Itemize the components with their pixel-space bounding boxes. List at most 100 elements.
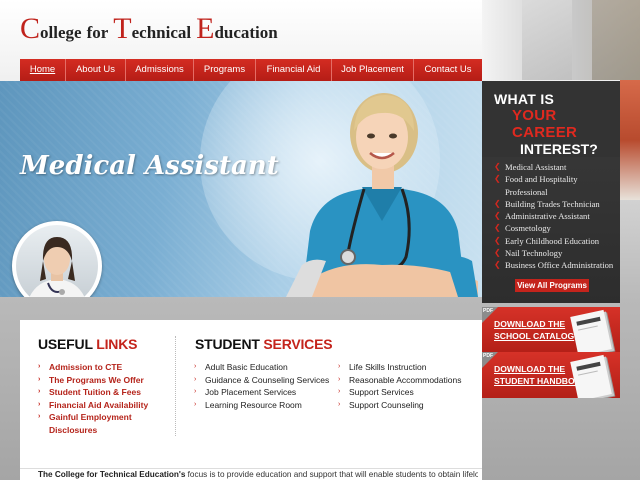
arrow-icon: › — [194, 400, 197, 408]
service-label: Reasonable Accommodations — [349, 374, 462, 385]
service-item[interactable]: › Support Services — [338, 386, 461, 399]
arrow-icon: › — [338, 400, 341, 408]
useful-link-label: Student Tuition & Fees — [49, 387, 141, 398]
nav-contact-us[interactable]: Contact Us — [414, 59, 482, 81]
nurse-photo — [286, 93, 478, 297]
service-label: Job Placement Services — [205, 387, 297, 398]
arrow-icon: › — [338, 388, 341, 396]
useful-link[interactable]: › Financial Aid Availability — [38, 399, 148, 412]
program-label: Cosmetology — [505, 223, 551, 234]
program-item[interactable]: ❮ Food and Hospitality — [494, 173, 620, 185]
useful-link-label: The Programs We Offer — [49, 374, 144, 385]
logo-word-3: echnical — [131, 23, 192, 42]
content-separator — [20, 468, 482, 469]
useful-link[interactable]: › Gainful Employment — [38, 411, 148, 424]
program-item-continued[interactable]: Professional — [494, 186, 620, 198]
download-handbook-button[interactable]: PDF DOWNLOAD THE STUDENT HANDBOOK — [482, 352, 620, 398]
logo-word-2: for — [86, 23, 109, 42]
bullet-icon: ❮ — [494, 260, 501, 270]
column-divider — [175, 336, 176, 436]
program-list: ❮ Medical Assistant ❮ Food and Hospitality… — [482, 157, 620, 272]
nav-job-placement[interactable]: Job Placement — [332, 59, 414, 81]
nav-home[interactable]: Home — [20, 59, 66, 81]
arrow-icon: › — [38, 388, 41, 396]
service-item[interactable]: › Guidance & Counseling Services — [194, 374, 329, 387]
site-logo[interactable]: College for Technical Education — [20, 12, 278, 48]
bullet-icon: ❮ — [494, 174, 501, 184]
header-photo — [482, 0, 640, 80]
program-item[interactable]: ❮ Building Trades Technician — [494, 198, 620, 210]
service-item[interactable]: › Adult Basic Education — [194, 361, 329, 374]
service-label: Life Skills Instruction — [349, 362, 427, 372]
program-item[interactable]: ❮ Medical Assistant — [494, 161, 620, 173]
main-nav: Home About Us Admissions Programs Financ… — [20, 59, 482, 81]
career-heading-line-3: INTEREST? — [520, 141, 598, 157]
arrow-icon: › — [38, 400, 41, 408]
logo-word-4: ducation — [214, 23, 278, 42]
intro-paragraph: The College for Technical Education's fo… — [38, 470, 478, 479]
student-services-title-a: STUDENT — [195, 336, 260, 352]
download-catalog-label: DOWNLOAD THE SCHOOL CATALOG — [494, 319, 574, 342]
useful-links-title: USEFUL LINKS — [38, 336, 137, 352]
arrow-icon: › — [194, 363, 197, 370]
service-item[interactable]: › Reasonable Accommodations — [338, 374, 461, 387]
arrow-icon: › — [194, 388, 197, 396]
logo-letter-c: C — [20, 12, 41, 45]
career-heading: WHAT IS YOUR CAREER INTEREST? — [482, 81, 620, 157]
bullet-icon: ❮ — [494, 223, 501, 233]
logo-letter-e: E — [196, 12, 215, 45]
service-item[interactable]: › Life Skills Instruction — [338, 361, 461, 374]
service-item[interactable]: › Learning Resource Room — [194, 399, 329, 412]
program-label: Food and Hospitality — [505, 174, 578, 185]
program-item[interactable]: ❮ Business Office Administration — [494, 259, 620, 271]
useful-links-list: › Admission to CTE › The Programs We Offer… — [38, 361, 148, 437]
useful-link-continued[interactable]: Disclosures — [38, 424, 148, 437]
program-item[interactable]: ❮ Nail Technology — [494, 247, 620, 259]
career-heading-line-1: WHAT IS — [494, 91, 555, 107]
service-item[interactable]: › Job Placement Services — [194, 386, 329, 399]
nav-programs[interactable]: Programs — [194, 59, 256, 81]
useful-link[interactable]: › The Programs We Offer — [38, 374, 148, 387]
nav-admissions[interactable]: Admissions — [126, 59, 194, 81]
download-catalog-button[interactable]: PDF DOWNLOAD THE SCHOOL CATALOG — [482, 307, 620, 353]
program-item[interactable]: ❮ Cosmetology — [494, 222, 620, 234]
program-label: Professional — [505, 186, 548, 197]
content-panel: USEFUL LINKS › Admission to CTE › The Prog… — [20, 320, 482, 480]
useful-link[interactable]: › Student Tuition & Fees — [38, 386, 148, 399]
bullet-icon: ❮ — [494, 235, 501, 245]
career-heading-line-2: YOUR CAREER — [512, 107, 578, 141]
useful-link-label: Gainful Employment — [49, 412, 132, 423]
bullet-icon: ❮ — [494, 198, 501, 208]
nav-about-us[interactable]: About Us — [66, 59, 126, 81]
career-interest-panel: WHAT IS YOUR CAREER INTEREST? ❮ Medical A… — [482, 81, 620, 303]
banner-title: Medical Assistant — [20, 151, 279, 181]
arrow-icon: › — [194, 375, 197, 383]
student-services-title-b: SERVICES — [263, 336, 333, 352]
view-all-programs-button[interactable]: View All Programs — [515, 279, 589, 292]
program-item[interactable]: ❮ Early Childhood Education — [494, 235, 620, 247]
logo-letter-t: T — [113, 12, 132, 45]
program-item[interactable]: ❮ Administrative Assistant — [494, 210, 620, 222]
download-catalog-line-1: DOWNLOAD THE — [494, 319, 566, 329]
bullet-icon: ❮ — [494, 211, 501, 221]
service-label: Learning Resource Room — [205, 399, 302, 410]
service-item[interactable]: › Support Counseling — [338, 399, 461, 412]
arrow-icon: › — [338, 375, 341, 383]
page: College for Technical Education Home About … — [0, 0, 640, 480]
hero-banner: Medical Assistant — [0, 81, 482, 297]
arrow-icon: › — [38, 413, 41, 421]
service-label: Guidance & Counseling Services — [205, 374, 330, 385]
nav-financial-aid[interactable]: Financial Aid — [256, 59, 332, 81]
edge-photo — [620, 80, 640, 200]
useful-links-title-a: USEFUL — [38, 336, 93, 352]
arrow-icon: › — [338, 363, 341, 370]
logo-word-1: ollege — [40, 23, 82, 42]
service-label: Support Services — [349, 387, 414, 398]
handbook-book-icon — [570, 354, 612, 398]
service-label: Adult Basic Education — [205, 362, 288, 372]
useful-link[interactable]: › Admission to CTE — [38, 361, 148, 374]
arrow-icon: › — [38, 375, 41, 383]
useful-link-label: Disclosures — [49, 424, 98, 435]
program-label: Early Childhood Education — [505, 235, 600, 246]
arrow-icon: › — [38, 363, 41, 370]
